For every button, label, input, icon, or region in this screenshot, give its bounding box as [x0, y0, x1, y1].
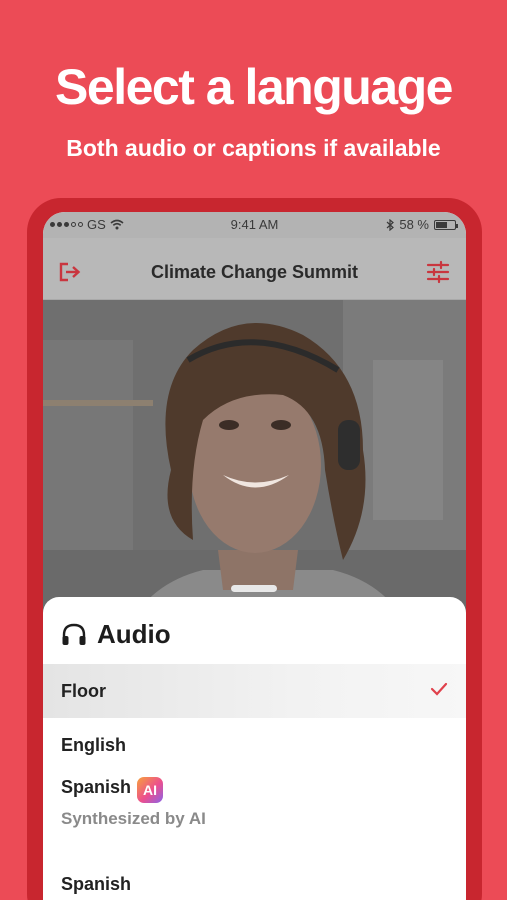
headphones-icon: [62, 623, 86, 645]
battery-percent: 58 %: [399, 217, 429, 232]
ai-badge: AI: [137, 777, 164, 803]
sheet-drag-handle[interactable]: [231, 585, 277, 592]
option-spanish-ai[interactable]: Spanish AI Synthesized by AI: [43, 765, 466, 835]
option-spanish[interactable]: Spanish: [43, 857, 466, 900]
filter-icon[interactable]: [426, 260, 450, 284]
bluetooth-icon: [386, 218, 395, 231]
option-label: Spanish: [61, 777, 132, 797]
option-label: Spanish: [61, 873, 132, 894]
option-sublabel: Synthesized by AI: [61, 809, 206, 828]
status-bar: GS 9:41 AM 58 %: [43, 212, 466, 238]
option-floor[interactable]: Floor: [43, 664, 466, 718]
promo-subheadline: Both audio or captions if available: [66, 135, 441, 161]
sheet-title: Audio: [97, 619, 171, 649]
option-english[interactable]: English: [43, 718, 466, 772]
checkmark-icon: [430, 682, 448, 696]
phone-screen: GS 9:41 AM 58 % Climate Change Summit Au…: [43, 212, 466, 900]
option-label: Floor: [61, 680, 106, 701]
event-title: Climate Change Summit: [150, 262, 359, 282]
option-label: English: [61, 734, 127, 755]
battery-icon: [434, 219, 458, 230]
promo-headline: Select a language: [55, 59, 453, 115]
nav-bar: Climate Change Summit: [43, 238, 466, 300]
audio-sheet: Audio Floor English Spanish AI Synthesiz…: [43, 597, 466, 900]
